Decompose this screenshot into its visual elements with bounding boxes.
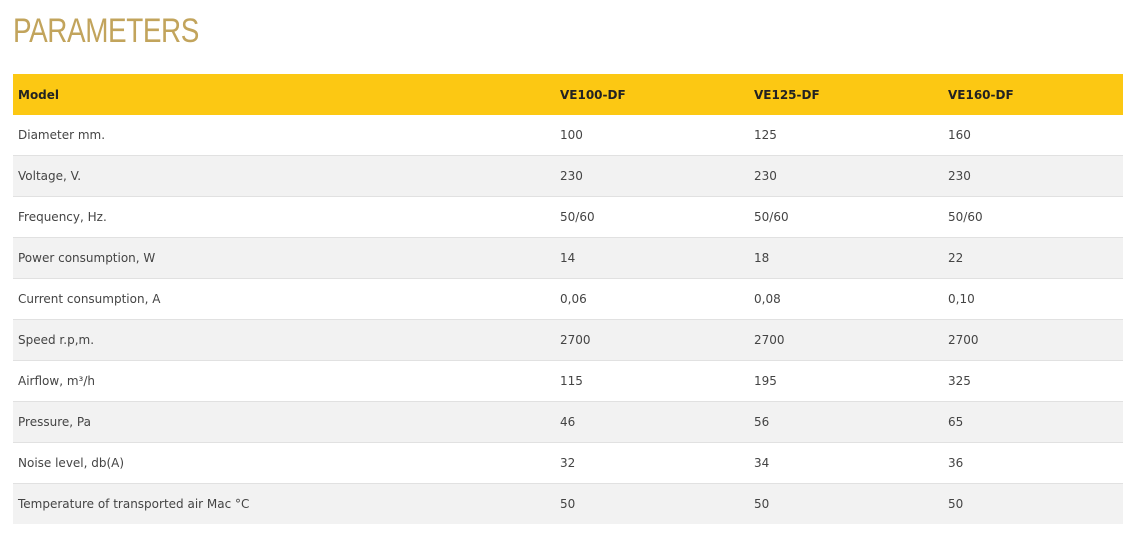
column-header-ve160-df: VE160-DF [943,74,1123,115]
table-row: Diameter mm. 100 125 160 [13,115,1123,156]
cell-value: 56 [749,401,943,443]
cell-value: 22 [943,237,1123,279]
row-label: Voltage, V. [13,155,555,197]
cell-value: 50 [943,483,1123,524]
table-row: Temperature of transported air Mac °C 50… [13,483,1123,524]
row-label: Power consumption, W [13,237,555,279]
cell-value: 230 [749,155,943,197]
cell-value: 0,08 [749,278,943,320]
cell-value: 14 [555,237,749,279]
cell-value: 32 [555,442,749,484]
cell-value: 46 [555,401,749,443]
cell-value: 195 [749,360,943,402]
page-title: PARAMETERS [13,12,199,50]
row-label: Speed r.p,m. [13,319,555,361]
table-row: Frequency, Hz. 50/60 50/60 50/60 [13,196,1123,238]
row-label: Current consumption, A [13,278,555,320]
column-header-ve100-df: VE100-DF [555,74,749,115]
row-label: Airflow, m³/h [13,360,555,402]
row-label: Temperature of transported air Mac °C [13,483,555,524]
cell-value: 125 [749,115,943,156]
table-row: Noise level, db(A) 32 34 36 [13,442,1123,484]
table-row: Airflow, m³/h 115 195 325 [13,360,1123,402]
cell-value: 18 [749,237,943,279]
cell-value: 50/60 [555,196,749,238]
column-header-model: Model [13,74,555,115]
row-label: Diameter mm. [13,115,555,156]
cell-value: 0,06 [555,278,749,320]
cell-value: 160 [943,115,1123,156]
cell-value: 50 [555,483,749,524]
cell-value: 50/60 [749,196,943,238]
table-row: Pressure, Pa 46 56 65 [13,401,1123,443]
cell-value: 2700 [943,319,1123,361]
cell-value: 230 [943,155,1123,197]
cell-value: 50 [749,483,943,524]
cell-value: 2700 [555,319,749,361]
parameters-table: Model VE100-DF VE125-DF VE160-DF Diamete… [13,74,1123,524]
table-header-row: Model VE100-DF VE125-DF VE160-DF [13,74,1123,115]
cell-value: 50/60 [943,196,1123,238]
table-row: Speed r.p,m. 2700 2700 2700 [13,319,1123,361]
cell-value: 230 [555,155,749,197]
cell-value: 325 [943,360,1123,402]
cell-value: 115 [555,360,749,402]
table-row: Current consumption, A 0,06 0,08 0,10 [13,278,1123,320]
cell-value: 34 [749,442,943,484]
cell-value: 65 [943,401,1123,443]
cell-value: 100 [555,115,749,156]
row-label: Noise level, db(A) [13,442,555,484]
table-row: Voltage, V. 230 230 230 [13,155,1123,197]
row-label: Pressure, Pa [13,401,555,443]
cell-value: 2700 [749,319,943,361]
cell-value: 36 [943,442,1123,484]
column-header-ve125-df: VE125-DF [749,74,943,115]
table-row: Power consumption, W 14 18 22 [13,237,1123,279]
cell-value: 0,10 [943,278,1123,320]
row-label: Frequency, Hz. [13,196,555,238]
